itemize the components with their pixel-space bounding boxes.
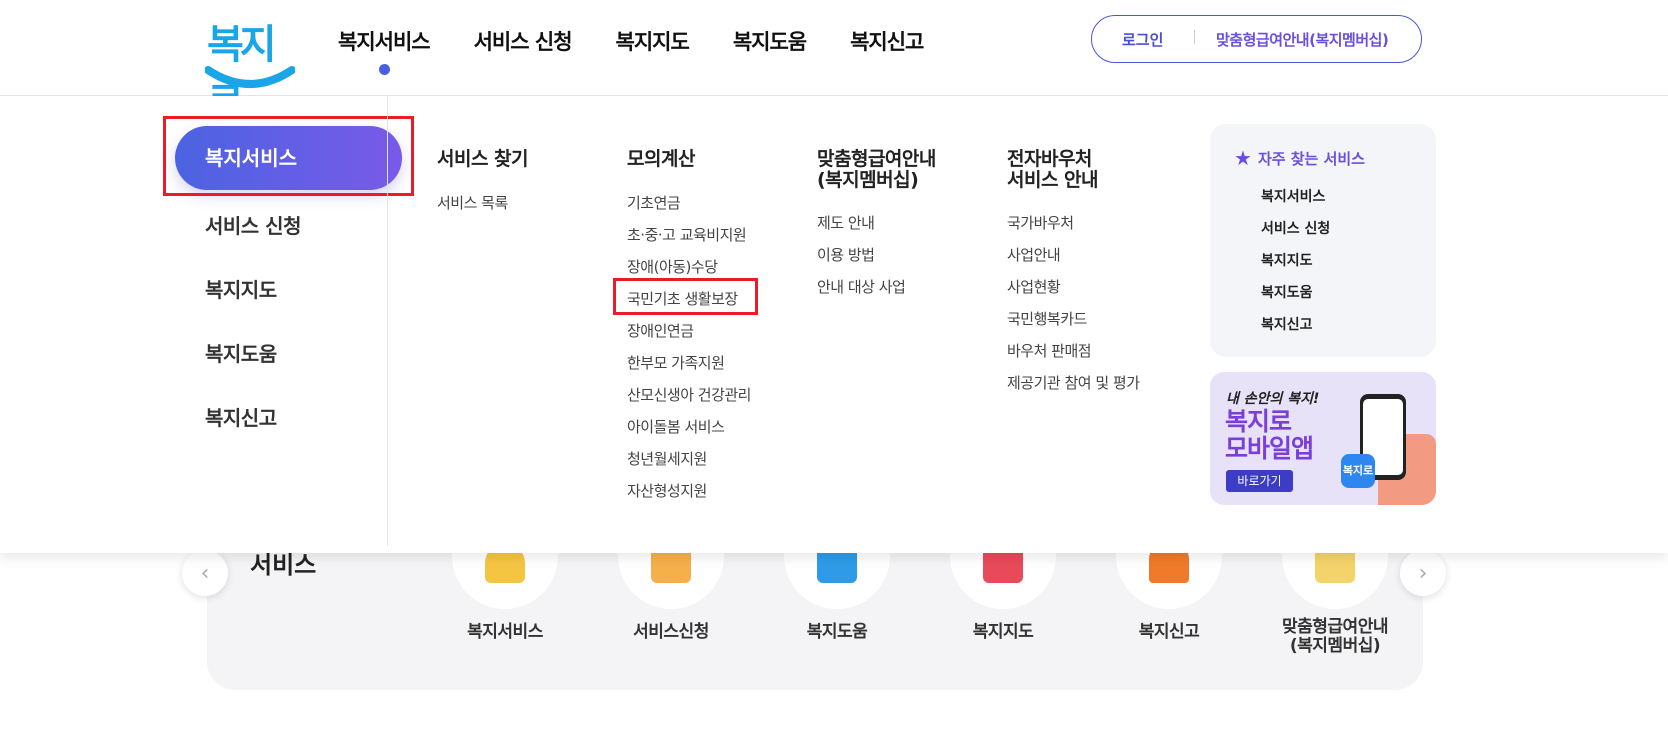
menu-link[interactable]: 아이돌봄 서비스 [627,416,725,437]
menu-item-service-apply[interactable]: 서비스 신청 [205,210,301,239]
account-box: 로그인 맞춤형급여안내(복지멤버십) [1091,15,1422,63]
star-icon: ★ [1234,146,1252,170]
menu-link[interactable]: 자산형성지원 [627,480,707,501]
service-label[interactable]: 복지서비스 [430,623,580,642]
nav-item-welfare-help[interactable]: 복지도움 [732,26,807,56]
active-indicator-dot [378,64,390,75]
favorite-link[interactable]: 복지도움 [1261,282,1313,302]
menu-item-welfare-report[interactable]: 복지신고 [205,402,277,431]
menu-link[interactable]: 제도 안내 [817,212,875,233]
nav-label: 복지지도 [615,30,690,54]
service-label[interactable]: 서비스신청 [596,623,746,642]
menu-link[interactable]: 제공기관 참여 및 평가 [1007,372,1140,393]
menu-link[interactable]: 안내 대상 사업 [817,276,906,297]
menu-link[interactable]: 장애(아동)수당 [627,256,718,277]
service-label[interactable]: 복지도움 [762,623,912,642]
chevron-right-icon: › [1418,560,1428,586]
banner-go-button[interactable]: 바로가기 [1226,470,1293,492]
favorites-heading: ★ 자주 찾는 서비스 [1234,146,1365,170]
divider [1194,30,1195,44]
menu-link[interactable]: 국가바우처 [1007,212,1074,233]
favorite-services-box: ★ 자주 찾는 서비스 복지서비스 서비스 신청 복지지도 복지도움 복지신고 [1210,124,1436,357]
highlight-box [613,278,758,315]
menu-link[interactable]: 청년월세지원 [627,448,707,469]
nav-item-welfare-service[interactable]: 복지서비스 [338,26,431,75]
nav-label: 복지신고 [850,30,924,54]
service-label[interactable]: 복지지도 [928,623,1078,642]
carousel-next-button[interactable]: › [1400,550,1446,596]
menu-link[interactable]: 산모신생아 건강관리 [627,384,751,405]
membership-link[interactable]: 맞춤형급여안내(복지멤버십) [1216,29,1389,50]
menu-item-welfare-map[interactable]: 복지지도 [205,274,277,303]
column-heading[interactable]: 전자바우처 서비스 안내 [1007,149,1099,191]
menu-link[interactable]: 초·중·고 교육비지원 [627,224,747,245]
menu-link[interactable]: 이용 방법 [817,244,875,265]
main-nav: 복지서비스 서비스 신청 복지지도 복지도움 복지신고 [338,26,967,75]
menu-link[interactable]: 바우처 판매점 [1007,340,1092,361]
logo-smile-icon [205,66,295,88]
service-label[interactable]: 복지신고 [1094,623,1244,642]
mega-menu-panel: 복지서비스 서비스 신청 복지지도 복지도움 복지신고 서비스 찾기 서비스 목… [0,96,1668,553]
chevron-left-icon: ‹ [200,560,210,586]
menu-divider [387,96,388,546]
nav-label: 복지도움 [732,30,807,54]
menu-link[interactable]: 사업안내 [1007,244,1061,265]
header-bar: 복지로 복지서비스 서비스 신청 복지지도 복지도움 복지신고 로그인 맞춤형급… [0,0,1668,126]
favorites-heading-label: 자주 찾는 서비스 [1257,149,1365,168]
banner-title: 복지로 모바일앱 [1225,407,1314,463]
column-heading[interactable]: 서비스 찾기 [437,149,529,170]
nav-label: 서비스 신청 [473,30,573,54]
favorite-link[interactable]: 복지서비스 [1261,186,1325,206]
menu-item-welfare-help[interactable]: 복지도움 [205,338,277,367]
column-heading[interactable]: 모의계산 [627,149,695,170]
favorite-link[interactable]: 복지지도 [1261,250,1313,270]
menu-link[interactable]: 장애인연금 [627,320,694,341]
column-heading[interactable]: 맞춤형급여안내 (복지멤버십) [817,149,936,191]
login-link[interactable]: 로그인 [1122,29,1163,50]
menu-link[interactable]: 기초연금 [627,192,681,213]
menu-link[interactable]: 사업현황 [1007,276,1061,297]
menu-link[interactable]: 서비스 목록 [437,192,508,213]
highlight-box [163,116,414,196]
mobile-app-banner[interactable]: 내 손안의 복지! 복지로 모바일앱 바로가기 복지로 [1210,372,1436,505]
favorite-link[interactable]: 서비스 신청 [1261,218,1330,238]
site-logo[interactable]: 복지로 [205,12,295,126]
app-icon: 복지로 [1341,454,1375,488]
carousel-prev-button[interactable]: ‹ [182,550,228,596]
service-label[interactable]: 맞춤형급여안내 (복지멤버십) [1260,618,1410,656]
nav-item-welfare-map[interactable]: 복지지도 [615,26,690,56]
menu-link[interactable]: 한부모 가족지원 [627,352,725,373]
banner-tagline: 내 손안의 복지! [1226,391,1320,407]
nav-item-service-apply[interactable]: 서비스 신청 [473,26,573,56]
menu-link[interactable]: 국민행복카드 [1007,308,1087,329]
favorite-link[interactable]: 복지신고 [1261,314,1313,334]
nav-item-welfare-report[interactable]: 복지신고 [850,26,924,56]
nav-label: 복지서비스 [338,30,431,54]
